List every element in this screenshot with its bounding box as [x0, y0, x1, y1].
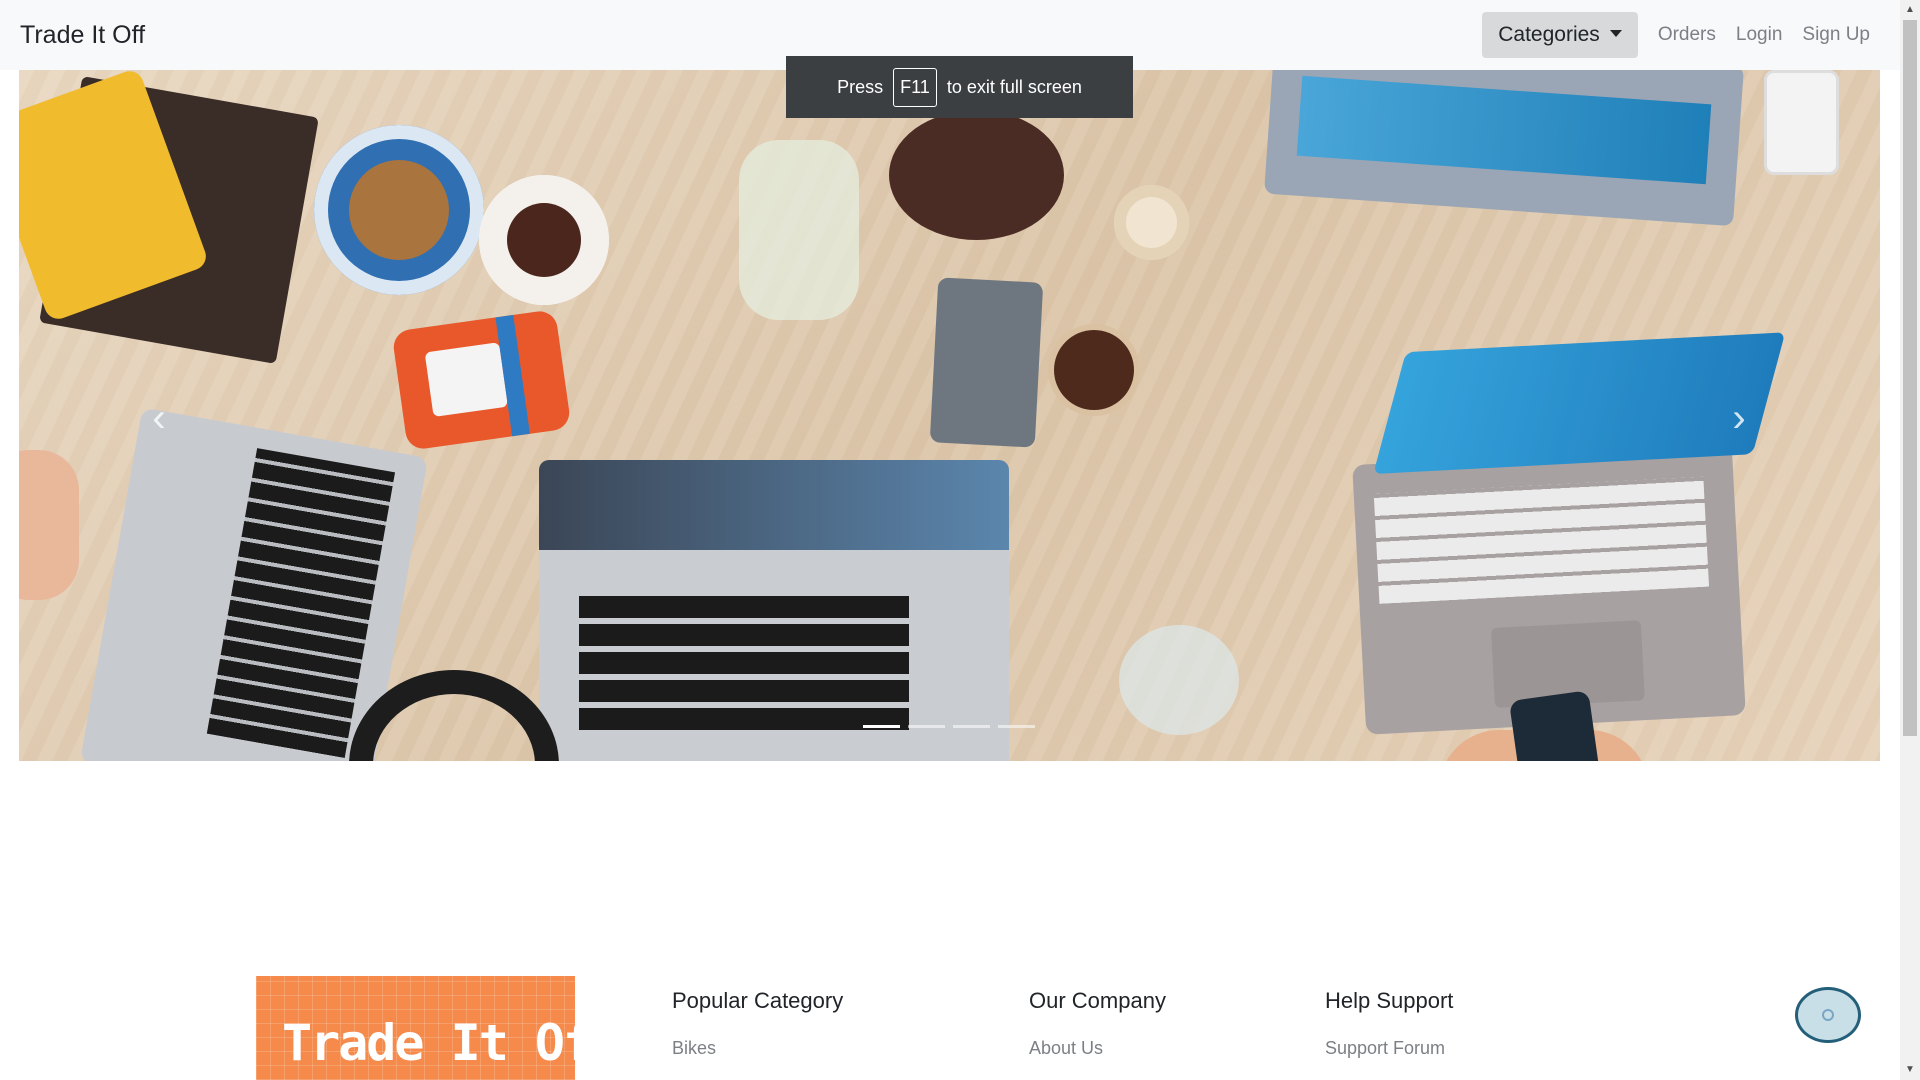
fullscreen-notice: Press F11 to exit full screen	[786, 56, 1133, 118]
login-link[interactable]: Login	[1736, 24, 1783, 46]
bottle-image	[739, 140, 859, 320]
signup-link[interactable]: Sign Up	[1802, 24, 1870, 46]
grey-drive-image	[929, 277, 1044, 448]
floating-action-button[interactable]	[1795, 987, 1861, 1043]
top-laptop-screen	[1296, 75, 1712, 185]
carousel-indicators	[863, 725, 1035, 728]
scroll-down-arrow-icon[interactable]: ▼	[1900, 1060, 1920, 1080]
dark-cup-image	[1054, 330, 1134, 410]
footer-heading: Help Support	[1325, 988, 1454, 1013]
coffee-image	[507, 203, 581, 277]
fullscreen-notice-before: Press	[837, 76, 884, 97]
scrollbar-thumb[interactable]	[1903, 20, 1917, 736]
chevron-left-icon[interactable]: ‹	[139, 398, 179, 438]
caret-down-icon	[1609, 29, 1622, 37]
categories-dropdown[interactable]: Categories	[1482, 12, 1638, 58]
drive-label	[424, 342, 508, 418]
coffee-cup-image	[479, 175, 609, 305]
footer-column-popular-category: Popular Category Bikes	[672, 988, 843, 1059]
left-hand-image	[19, 450, 79, 600]
orders-link[interactable]: Orders	[1658, 24, 1716, 46]
footer-heading: Popular Category	[672, 988, 844, 1013]
right-laptop-image	[1352, 332, 1786, 735]
center-keyboard	[579, 590, 909, 730]
hero-carousel: ‹ ›	[19, 70, 1880, 761]
footer-heading: Our Company	[1029, 988, 1166, 1013]
footer-logo[interactable]: Trade It Off	[256, 976, 575, 1080]
glass-image	[1119, 625, 1239, 735]
center-laptop-screen	[539, 460, 1009, 550]
right-keyboard	[1373, 476, 1710, 604]
orange-drive-image	[391, 309, 572, 451]
scroll-up-arrow-icon[interactable]: ▲	[1900, 0, 1920, 20]
carousel-indicator-2[interactable]	[908, 725, 945, 728]
footer-column-our-company: Our Company About Us	[1029, 988, 1166, 1059]
nav-links: Categories Orders Login Sign Up	[1482, 12, 1870, 58]
circle-icon	[1822, 1009, 1834, 1021]
footer-link-about-us[interactable]: About Us	[1029, 1038, 1166, 1059]
brand-link[interactable]: Trade It Off	[20, 21, 145, 50]
carousel-indicator-4[interactable]	[998, 725, 1035, 728]
fullscreen-notice-after: to exit full screen	[946, 76, 1082, 97]
footer-logo-text: Trade It Off	[282, 1014, 575, 1072]
categories-label: Categories	[1498, 23, 1600, 46]
carousel-indicator-3[interactable]	[953, 725, 990, 728]
footer-column-help-support: Help Support Support Forum	[1325, 988, 1453, 1059]
nuts-image	[349, 160, 449, 260]
chevron-right-icon[interactable]: ›	[1719, 398, 1759, 438]
page-scrollbar[interactable]: ▲ ▼	[1900, 0, 1920, 1080]
top-phone-image	[1764, 70, 1839, 175]
bowl-image	[314, 125, 484, 295]
footer-link-support-forum[interactable]: Support Forum	[1325, 1038, 1453, 1059]
center-laptop-image	[539, 460, 1009, 761]
carousel-indicator-1[interactable]	[863, 725, 900, 728]
small-cup-image	[1114, 185, 1189, 260]
footer-link-bikes[interactable]: Bikes	[672, 1038, 843, 1059]
teapot-image	[889, 110, 1064, 240]
fullscreen-key: F11	[893, 67, 937, 107]
